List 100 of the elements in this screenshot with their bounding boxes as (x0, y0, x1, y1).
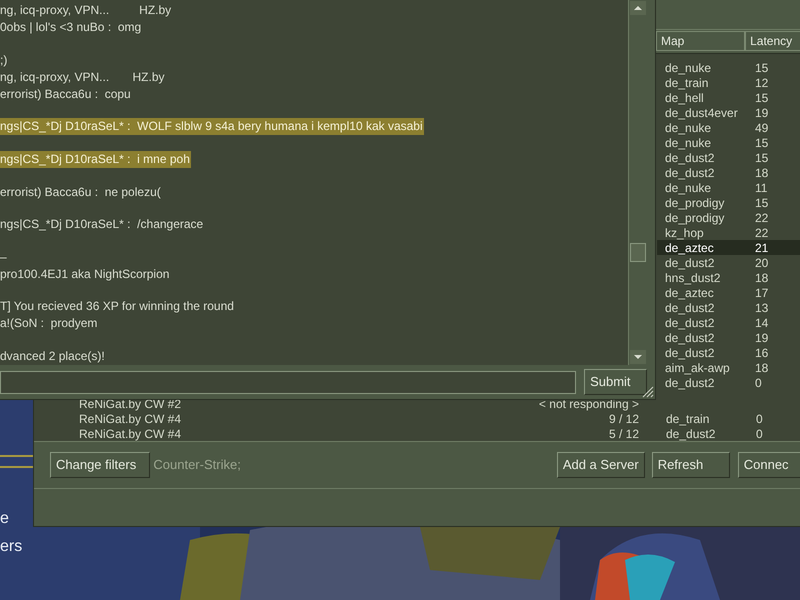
map-cell-text: hns_dust2 (665, 270, 722, 286)
server-row[interactable]: de_nuke 11 (657, 180, 800, 195)
latency-cell-text: 49 (755, 120, 770, 136)
server-name-cell-text: ReNiGat.by CW #4 (79, 410, 182, 428)
server-row[interactable]: de_train 12 (657, 75, 800, 90)
map-cell-text: de_hell (665, 90, 705, 106)
column-header[interactable]: Latency (745, 31, 800, 51)
map-cell-text: de_dust4ever (665, 104, 739, 122)
server-row[interactable]: de_dust2 15 (657, 150, 800, 165)
chat-message: errorist) Bacca6u : ne polezu( (0, 184, 162, 200)
server-row[interactable]: de_aztec 21 (657, 240, 800, 255)
server-row[interactable]: de_nuke 15 (657, 135, 800, 150)
map-cell-text: kz_hop (665, 224, 705, 242)
server-row[interactable]: de_dust2 20 (657, 255, 800, 270)
server-row[interactable]: de_nuke 15 (657, 60, 800, 75)
latency-cell-text: 18 (755, 360, 770, 376)
latency-cell-text: 15 (755, 150, 770, 166)
scrollbar[interactable] (628, 0, 647, 365)
connect-button[interactable]: Connec (738, 452, 800, 478)
latency-cell-text: 22 (755, 224, 770, 242)
latency-cell-text: 13 (755, 300, 770, 316)
server-row[interactable]: kz_hop 22 (657, 225, 800, 240)
latency-cell-text: 12 (755, 74, 770, 92)
map-cell-text: aim_ak-awp (665, 360, 731, 376)
server-row[interactable]: de_dust2 19 (657, 330, 800, 345)
latency-cell-text: 19 (755, 330, 770, 346)
map-cell-text: de_aztec (665, 240, 715, 256)
chat-message: errorist) Bacca6u : copu (0, 86, 132, 103)
latency-cell-text: 0 (755, 374, 763, 392)
latency-cell-text: 17 (755, 284, 770, 302)
latency-cell-text: 11 (755, 180, 768, 196)
map-cell-text: de_dust2 (665, 150, 716, 166)
server-name-cell-text: ReNiGat.by CW #4 (79, 426, 182, 442)
chat-message: pro100.4EJ1 aka NightScorpion (0, 266, 170, 283)
server-row[interactable]: de_nuke 49 (657, 120, 800, 135)
latency-cell-text: 18 (755, 270, 770, 286)
chat-message: ng, icq-proxy, VPN... HZ.by (0, 2, 172, 19)
map-cell-text: de_train (666, 410, 710, 428)
menu-item[interactable]: ers (0, 536, 22, 558)
chat-message: ;) (0, 52, 8, 69)
chat-message: ngs|CS_*Dj D10raSeL* : WOLF slblw 9 s4a bery humana i kempl10 kak vasabi (0, 118, 424, 136)
map-cell-text: de_train (665, 74, 710, 92)
latency-cell-text: 16 (755, 344, 770, 362)
players-cell-text: < not responding > (538, 396, 639, 412)
players-cell-text: 9 / 12 (608, 410, 639, 428)
server-row[interactable]: de_dust2 0 (657, 375, 800, 390)
map-cell-text: de_nuke (665, 120, 712, 136)
server-row[interactable]: de_dust4ever 19 (657, 105, 800, 120)
scroll-up-icon[interactable] (630, 1, 646, 15)
scroll-thumb[interactable] (630, 243, 646, 262)
server-row[interactable]: hns_dust2 18 (657, 270, 800, 285)
map-cell-text: de_dust2 (666, 426, 716, 442)
server-row[interactable]: de_hell 15 (657, 90, 800, 105)
resize-grip-icon[interactable] (642, 386, 654, 398)
chat-message: 0obs | lol's <3 nuBo : omg (0, 19, 142, 36)
map-cell-text: de_dust2 (665, 344, 716, 362)
latency-cell-text: 20 (755, 254, 770, 272)
server-row[interactable]: de_prodigy 15 (657, 195, 800, 210)
latency-cell-text: 15 (755, 194, 770, 212)
server-row[interactable]: de_dust2 14 (657, 315, 800, 330)
latency-cell-text: 15 (755, 90, 770, 106)
latency-cell-text: 15 (755, 134, 770, 152)
submit-button[interactable]: Submit (584, 369, 647, 395)
map-cell-text: de_dust2 (665, 254, 716, 272)
map-cell-text: de_dust2 (665, 374, 716, 392)
chat-message: ngs|CS_*Dj D10raSeL* : i mne poh (0, 150, 191, 168)
server-row[interactable]: de_dust2 16 (657, 345, 800, 360)
latency-cell-text: 0 (756, 410, 764, 428)
server-row[interactable]: de_prodigy 22 (657, 210, 800, 225)
server-row[interactable]: aim_ak-awp 18 (657, 360, 800, 375)
menu-item[interactable]: e (0, 508, 22, 530)
map-cell-text: de_dust2 (665, 330, 716, 346)
scroll-down-icon[interactable] (630, 350, 646, 364)
latency-cell-text: 15 (755, 60, 770, 76)
server-row[interactable]: de_dust2 18 (657, 165, 800, 180)
latency-cell-text: 0 (756, 426, 764, 442)
map-cell-text: de_nuke (665, 180, 712, 196)
chat-message: dvanced 2 place(s)! (0, 348, 106, 365)
players-cell-text: 5 / 12 (608, 426, 639, 442)
server-name-cell-text: ReNiGat.by CW #2 (79, 396, 182, 412)
refresh-button[interactable]: Refresh (652, 452, 730, 478)
latency-cell-text: 22 (755, 210, 770, 226)
chat-message: – (0, 248, 8, 266)
chat-message: T] You recieved 36 XP for winning the round (0, 298, 235, 316)
change-filters-button[interactable]: Change filters (50, 452, 150, 478)
server-row[interactable]: de_aztec 17 (657, 285, 800, 300)
map-cell-text: de_prodigy (665, 194, 726, 212)
add-server-button[interactable]: Add a Server (556, 452, 645, 478)
chat-message: ng, icq-proxy, VPN... HZ.by (0, 68, 166, 86)
latency-cell-text: 19 (755, 104, 770, 122)
filter-summary: Counter-Strike; (153, 456, 241, 474)
map-cell-text: de_nuke (665, 60, 712, 76)
column-header[interactable]: Map (656, 31, 746, 51)
map-cell-text: de_prodigy (665, 210, 726, 226)
chat-input[interactable] (0, 370, 576, 394)
latency-cell-text: 14 (755, 314, 770, 332)
latency-cell-text: 21 (755, 240, 770, 256)
map-cell-text: de_nuke (665, 134, 712, 152)
server-row[interactable]: de_dust2 13 (657, 300, 800, 315)
map-cell-text: de_dust2 (665, 300, 716, 316)
